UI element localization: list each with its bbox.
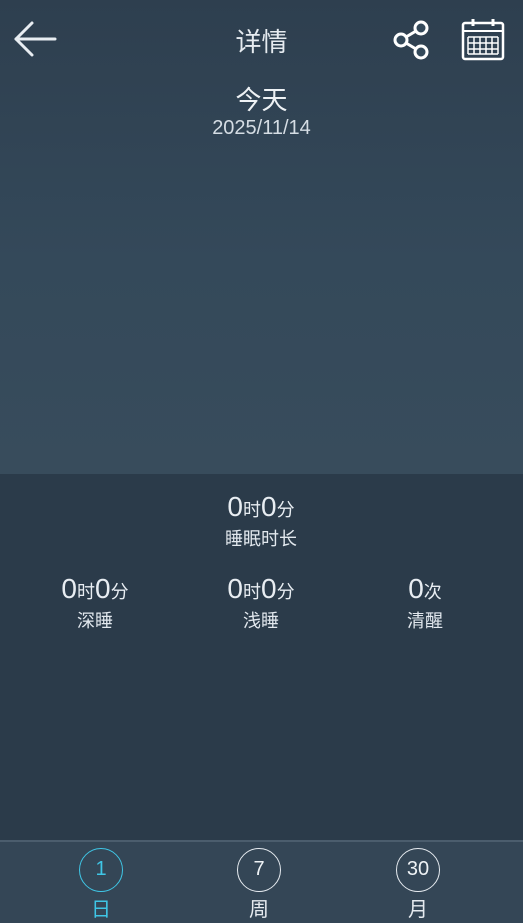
light-hours-value: 0	[227, 573, 243, 604]
awake-label: 清醒	[407, 611, 443, 632]
total-minutes-value: 0	[261, 491, 277, 522]
share-button[interactable]	[388, 18, 434, 62]
share-icon	[393, 20, 429, 60]
deep-minutes-value: 0	[95, 573, 111, 604]
deep-minutes-unit: 分	[110, 582, 129, 603]
calendar-button[interactable]	[460, 16, 506, 62]
awake-count-value: 0	[408, 573, 424, 604]
tab-month-label: 月	[408, 897, 428, 921]
tab-month[interactable]: 30 月	[378, 848, 458, 922]
light-minutes-unit: 分	[276, 582, 295, 603]
period-tab-bar: 1 日 7 周 30 月	[0, 840, 523, 923]
date-label: 2025/11/14	[212, 117, 311, 139]
total-minutes-unit: 分	[276, 500, 295, 521]
day-number-badge: 1	[79, 848, 123, 892]
total-sleep-label: 睡眠时长	[225, 529, 297, 550]
page-title: 详情	[235, 28, 288, 58]
total-hours-unit: 时	[243, 500, 261, 521]
tab-week-label: 周	[249, 897, 269, 921]
tab-day[interactable]: 1 日	[61, 848, 141, 922]
total-sleep-stat: 0时0分 睡眠时长	[161, 491, 361, 551]
light-minutes-value: 0	[261, 573, 277, 604]
calendar-icon	[461, 19, 505, 61]
deep-hours-unit: 时	[77, 582, 95, 603]
month-number-badge: 30	[396, 848, 440, 892]
light-hours-unit: 时	[243, 582, 261, 603]
app-header: 详情	[0, 0, 523, 78]
total-hours-value: 0	[227, 491, 243, 522]
awake-stat: 0次 清醒	[330, 573, 520, 633]
top-section: 详情 今天 2025/11/14	[0, 0, 523, 474]
week-number-badge: 7	[237, 848, 281, 892]
tab-week[interactable]: 7 周	[219, 848, 299, 922]
period-label: 今天	[235, 86, 288, 116]
deep-hours-value: 0	[61, 573, 77, 604]
sleep-summary: 0时0分 睡眠时长 0时0分 深睡 0时0分 浅睡 0次 清醒	[0, 474, 523, 840]
tab-day-label: 日	[91, 897, 111, 921]
sleep-chart-area	[0, 150, 523, 474]
awake-count-unit: 次	[423, 582, 442, 603]
